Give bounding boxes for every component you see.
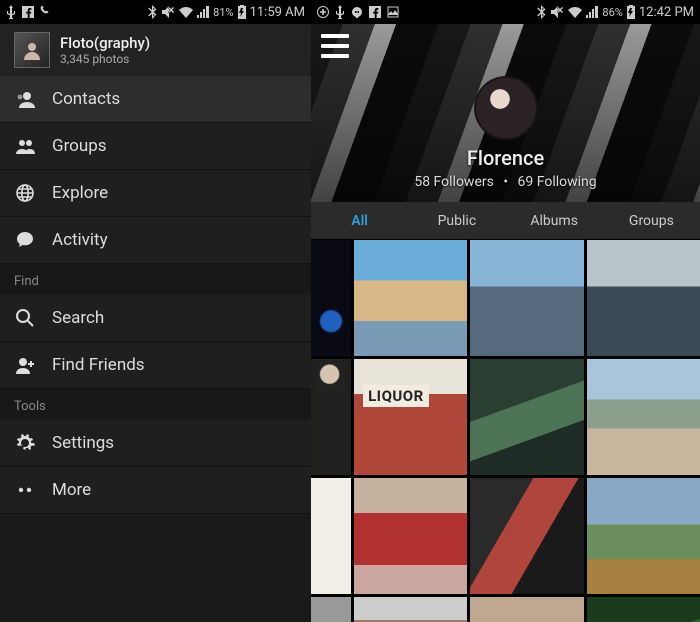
photo-thumb[interactable] — [354, 240, 467, 356]
hamburger-icon[interactable] — [321, 34, 349, 58]
photo-thumb[interactable] — [470, 597, 583, 622]
chat-icon — [14, 230, 36, 250]
nav-main: Contacts Groups Explore Activity — [0, 76, 311, 264]
hangouts-icon — [351, 6, 363, 18]
tab-groups[interactable]: Groups — [603, 203, 700, 239]
photo-thumb[interactable] — [354, 478, 467, 594]
nav-find-friends[interactable]: Find Friends — [0, 342, 311, 389]
profile-name: Floto(graphy) — [60, 34, 150, 52]
stats-sep: • — [503, 174, 508, 190]
photo-thumb[interactable] — [354, 359, 467, 475]
right-screen: 86% 12:42 PM Florence 58 Followers • 69 … — [311, 0, 700, 622]
section-tools-header: Tools — [0, 389, 311, 420]
add-icon — [317, 6, 329, 18]
tab-public[interactable]: Public — [408, 203, 505, 239]
profile-avatar — [14, 32, 50, 68]
followers-count[interactable]: 58 Followers — [414, 174, 494, 190]
wifi-icon — [179, 6, 193, 18]
photo-thumb[interactable] — [587, 597, 700, 622]
globe-icon — [14, 183, 36, 203]
battery-pct: 86% — [602, 6, 622, 19]
nav-label: Explore — [52, 183, 108, 203]
nav-explore[interactable]: Explore — [0, 170, 311, 217]
nav-contacts[interactable]: Contacts — [0, 76, 311, 123]
profile-meta: Floto(graphy) 3,345 photos — [60, 34, 150, 66]
mute-icon — [550, 5, 564, 19]
following-count[interactable]: 69 Following — [518, 174, 597, 190]
status-bar-left: 81% 11:59 AM — [0, 0, 311, 24]
clock: 11:59 AM — [250, 5, 305, 20]
profile-sub: 3,345 photos — [60, 52, 150, 66]
more-icon — [14, 480, 36, 500]
photo-thumb[interactable] — [470, 478, 583, 594]
groups-icon — [14, 136, 36, 156]
nav-more[interactable]: More — [0, 467, 311, 514]
section-find-header: Find — [0, 264, 311, 295]
contacts-icon — [14, 89, 36, 109]
nav-tools: Settings More — [0, 420, 311, 514]
photo-thumb[interactable] — [311, 359, 351, 475]
cover-name: Florence — [467, 146, 544, 170]
photo-thumb[interactable] — [470, 240, 583, 356]
photo-grid[interactable] — [311, 240, 700, 622]
status-bar-right: 86% 12:42 PM — [311, 0, 700, 24]
status-right-icons: 86% 12:42 PM — [537, 5, 694, 20]
signal-icon — [586, 6, 598, 18]
nav-find: Search Find Friends — [0, 295, 311, 389]
usb-icon — [335, 5, 345, 19]
status-left-icons — [317, 5, 399, 19]
gear-icon — [14, 433, 36, 453]
nav-activity[interactable]: Activity — [0, 217, 311, 264]
profile-cover: Florence 58 Followers • 69 Following — [311, 24, 700, 202]
photo-thumb[interactable] — [587, 359, 700, 475]
signal-icon — [197, 6, 209, 18]
profile-avatar-large[interactable] — [474, 76, 538, 140]
bluetooth-icon — [537, 5, 546, 19]
cover-stats: 58 Followers • 69 Following — [414, 174, 596, 190]
photo-thumb[interactable] — [354, 597, 467, 622]
status-right-icons: 81% 11:59 AM — [148, 5, 305, 20]
nav-label: Activity — [52, 230, 108, 250]
facebook-icon — [22, 6, 34, 18]
usb-icon — [6, 5, 16, 19]
phone-icon — [40, 5, 50, 19]
bluetooth-icon — [148, 5, 157, 19]
clock: 12:42 PM — [639, 5, 694, 20]
facebook-icon — [369, 6, 381, 18]
profile-tabs: All Public Albums Groups — [311, 202, 700, 240]
photo-thumb[interactable] — [470, 359, 583, 475]
photo-thumb[interactable] — [311, 240, 351, 356]
mute-icon — [161, 5, 175, 19]
wifi-icon — [568, 6, 582, 18]
battery-icon — [627, 5, 635, 19]
nav-groups[interactable]: Groups — [0, 123, 311, 170]
photo-thumb[interactable] — [587, 478, 700, 594]
image-icon — [387, 6, 399, 18]
left-screen: 81% 11:59 AM Floto(graphy) 3,345 photos … — [0, 0, 311, 622]
battery-pct: 81% — [213, 6, 233, 19]
battery-icon — [238, 5, 246, 19]
nav-label: Contacts — [52, 89, 120, 109]
nav-label: Groups — [52, 136, 107, 156]
tab-all[interactable]: All — [311, 203, 408, 239]
nav-label: Search — [52, 308, 104, 328]
search-icon — [14, 308, 36, 328]
photo-thumb[interactable] — [311, 478, 351, 594]
nav-label: Find Friends — [52, 355, 145, 375]
nav-settings[interactable]: Settings — [0, 420, 311, 467]
nav-label: More — [52, 480, 91, 500]
profile-row[interactable]: Floto(graphy) 3,345 photos — [0, 24, 311, 76]
nav-label: Settings — [52, 433, 114, 453]
photo-thumb[interactable] — [587, 240, 700, 356]
tab-albums[interactable]: Albums — [506, 203, 603, 239]
photo-thumb[interactable] — [311, 597, 351, 622]
add-friend-icon — [14, 355, 36, 375]
nav-search[interactable]: Search — [0, 295, 311, 342]
status-left-icons — [6, 5, 50, 19]
